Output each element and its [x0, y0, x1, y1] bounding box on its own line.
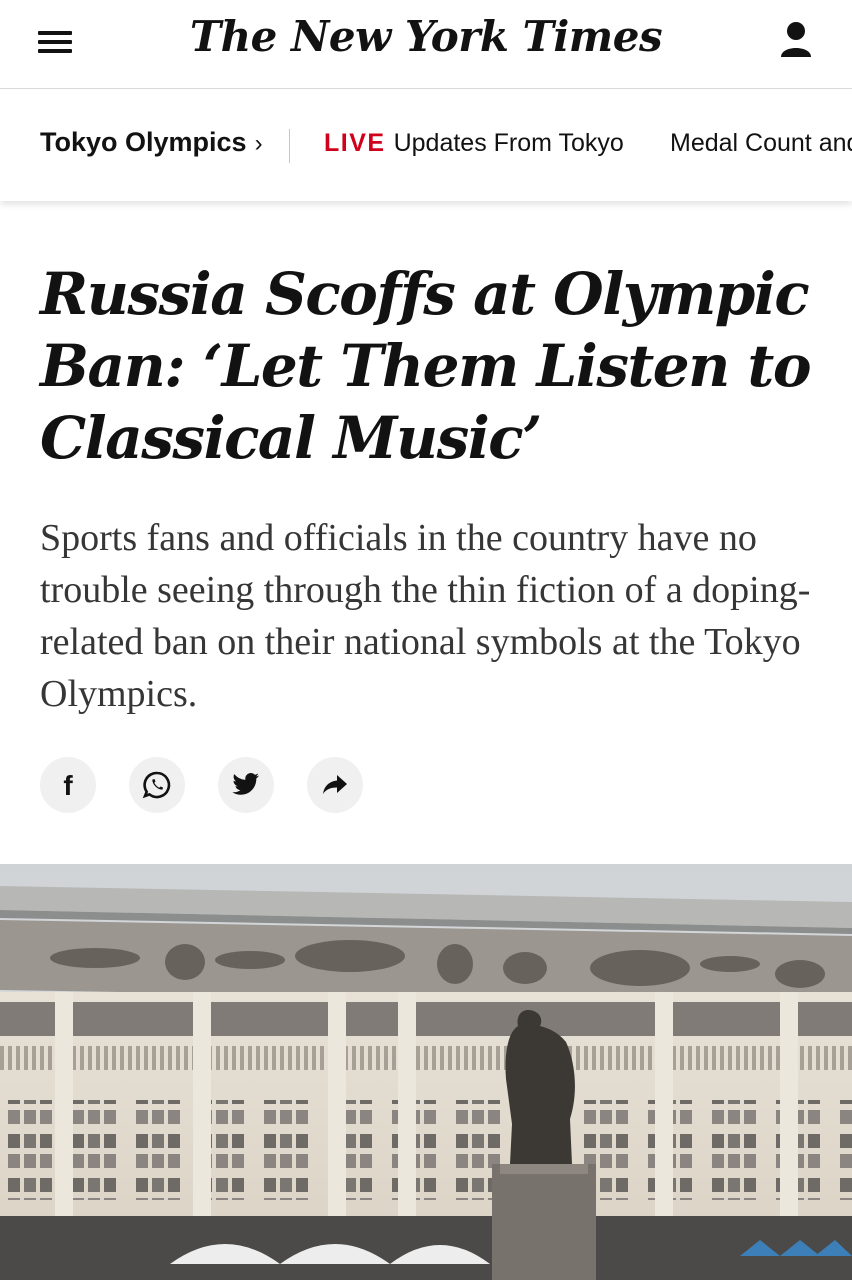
live-updates-label: Updates From Tokyo	[393, 129, 624, 157]
article-headline: Russia Scoffs at Olympic Ban: ‘Let Them …	[40, 260, 812, 472]
nyt-logo[interactable]: The New York Times	[0, 12, 852, 61]
nav-medal-count-link[interactable]: Medal Count and	[670, 129, 852, 158]
share-arrow-icon[interactable]	[307, 757, 363, 813]
nav-live-updates-link[interactable]: LIVE Updates From Tokyo	[324, 129, 624, 158]
nav-section-tokyo-olympics[interactable]: Tokyo Olympics ›	[40, 127, 263, 158]
whatsapp-icon[interactable]	[129, 757, 185, 813]
hero-photo-stadium	[0, 864, 852, 1280]
article-summary: Sports fans and officials in the country…	[40, 517, 811, 715]
live-badge: LIVE	[324, 129, 386, 157]
twitter-icon[interactable]	[218, 757, 274, 813]
masthead: The New York Times	[0, 0, 852, 89]
nav-divider	[289, 129, 290, 163]
svg-text:f: f	[63, 770, 73, 800]
chevron-right-icon: ›	[254, 130, 263, 157]
user-account-icon[interactable]	[778, 20, 814, 60]
section-nav-bar: Tokyo Olympics › LIVE Updates From Tokyo M…	[0, 89, 852, 201]
nav-section-label: Tokyo Olympics	[40, 127, 247, 157]
facebook-icon[interactable]: f	[40, 757, 96, 813]
share-tools: f	[40, 757, 363, 813]
